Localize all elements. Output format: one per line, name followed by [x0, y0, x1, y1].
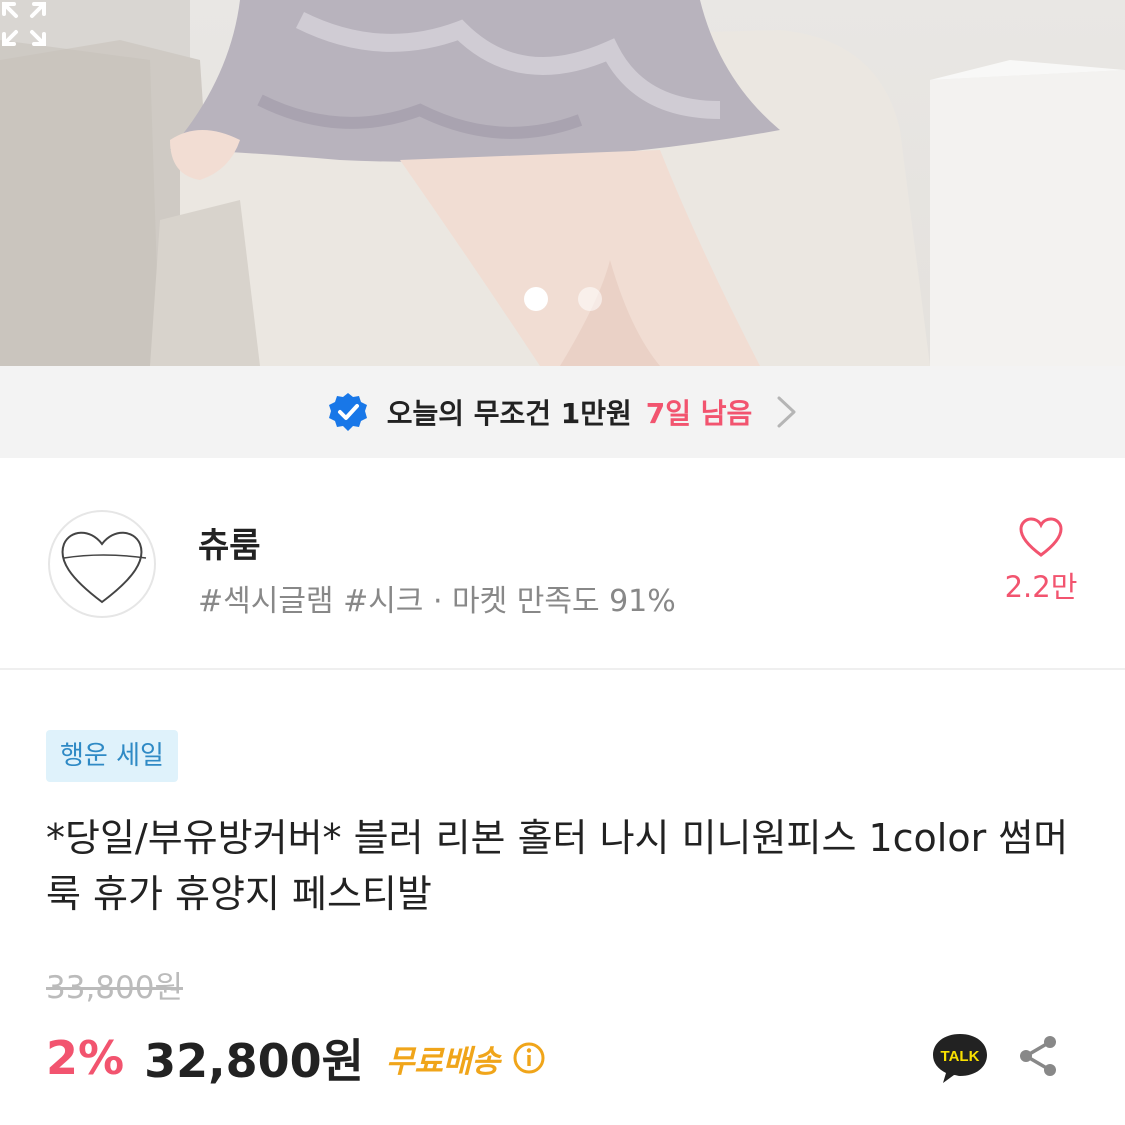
original-price: 33,800원: [46, 970, 183, 1006]
share-icon[interactable]: [1014, 1032, 1062, 1080]
pagination-dot-active[interactable]: [524, 287, 548, 311]
product-title: *당일/부유방커버* 블러 리본 홀터 나시 미니원피스 1color 썸머룩 …: [46, 816, 1069, 916]
info-icon[interactable]: [512, 1041, 546, 1075]
promo-days-left: 7일 남음: [645, 397, 753, 430]
chevron-right-icon: [777, 396, 796, 428]
shop-name[interactable]: 츄룸: [198, 518, 261, 567]
like-count: 2.2만: [1004, 570, 1078, 604]
expand-icon[interactable]: [0, 0, 48, 48]
svg-text:TALK: TALK: [941, 1048, 980, 1065]
promo-text: 오늘의 무조건 1만원: [386, 397, 632, 430]
shipping-label: 무료배송: [385, 1043, 501, 1080]
shop-tags: #섹시글램 #시크 · 마켓 만족도 91%: [198, 584, 676, 619]
discount-rate: 2%: [46, 1031, 125, 1085]
gallery-pagination: [524, 287, 602, 311]
shop-logo-heart: [61, 531, 147, 604]
pagination-dot[interactable]: [578, 287, 602, 311]
kakao-talk-icon[interactable]: TALK: [930, 1030, 990, 1086]
shop-info[interactable]: 츄룸 #섹시글램 #시크 · 마켓 만족도 91% 2.2만: [0, 458, 1125, 670]
shop-logo[interactable]: [48, 510, 156, 618]
like-button[interactable]: 2.2만: [996, 516, 1086, 606]
product-image-gallery[interactable]: [0, 0, 1125, 366]
product-photo: [0, 0, 1125, 366]
price-row: 2% 32,800원 무료배송: [46, 1025, 546, 1091]
verified-check-icon: [328, 393, 367, 431]
promo-banner[interactable]: 오늘의 무조건 1만원 7일 남음: [0, 366, 1125, 458]
sale-price: 32,800원: [144, 1034, 364, 1088]
sale-badge: 행운 세일: [46, 730, 178, 782]
heart-icon: [1019, 517, 1063, 557]
